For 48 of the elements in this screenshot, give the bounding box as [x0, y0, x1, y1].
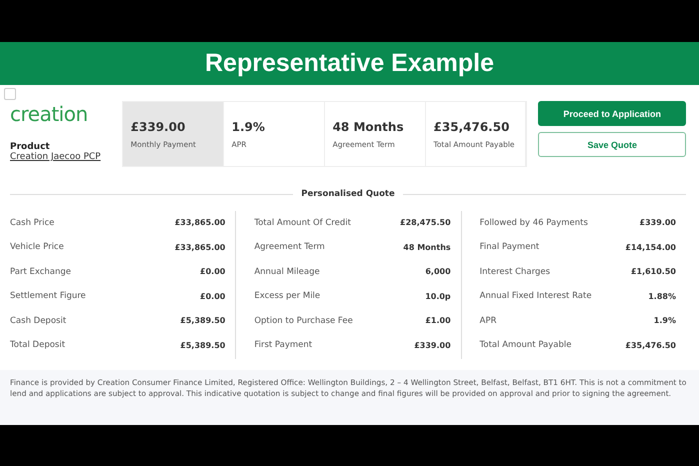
- row-value: £0.00: [200, 292, 226, 301]
- save-button[interactable]: Save Quote: [538, 132, 686, 157]
- row-value: 48 Months: [403, 242, 451, 252]
- proceed-button[interactable]: Proceed to Application: [538, 101, 686, 126]
- row-value: 6,000: [425, 267, 451, 276]
- product-link[interactable]: Creation Jaecoo PCP: [10, 152, 122, 162]
- section-title: Personalised Quote: [301, 189, 395, 199]
- row-label: Settlement Figure: [10, 291, 86, 302]
- row-value: £5,389.50: [180, 340, 226, 350]
- row-label: Total Amount Of Credit: [254, 218, 351, 228]
- row-label: Vehicle Price: [10, 242, 64, 252]
- row-value: £1,610.50: [630, 267, 676, 276]
- row-value: £1.00: [425, 316, 451, 326]
- row-label: Annual Mileage: [254, 266, 320, 277]
- row-label: Annual Fixed Interest Rate: [480, 291, 592, 302]
- row-label: Agreement Term: [254, 242, 325, 252]
- summary-value: £339.00: [130, 120, 186, 134]
- logo: creation: [10, 102, 89, 126]
- row-label: First Payment: [254, 340, 312, 350]
- product-label: Product: [10, 142, 51, 152]
- row-value: £33,865.00: [174, 218, 226, 227]
- checkbox[interactable]: [4, 88, 16, 100]
- row-label: Total Amount Payable: [480, 340, 572, 350]
- row-label: Part Exchange: [10, 266, 72, 277]
- row-value: 1.88%: [648, 292, 676, 301]
- summary-value: 48 Months: [332, 120, 405, 134]
- row-value: 1.9%: [654, 316, 676, 326]
- row-value: £35,476.50: [625, 340, 676, 350]
- row-label: Option to Purchase Fee: [254, 316, 353, 326]
- row-label: Total Deposit: [10, 340, 66, 350]
- row-value: £339.00: [640, 218, 676, 227]
- row-value: 10.0p: [425, 292, 451, 301]
- row-label: Final Payment: [480, 242, 540, 252]
- summary-value: £35,476.50: [434, 120, 510, 134]
- row-label: Cash Price: [10, 218, 54, 228]
- row-label: Interest Charges: [480, 266, 550, 277]
- row-value: £14,154.00: [625, 242, 676, 252]
- row-label: APR: [480, 316, 497, 326]
- row-label: Cash Deposit: [10, 316, 66, 326]
- row-value: £5,389.50: [180, 316, 226, 326]
- summary-value: 1.9%: [232, 120, 266, 134]
- row-value: £33,865.00: [174, 242, 226, 252]
- banner-title: Representative Example: [204, 49, 494, 78]
- row-value: £28,475.50: [400, 218, 451, 227]
- row-value: £339.00: [414, 340, 451, 350]
- row-label: Excess per Mile: [254, 291, 320, 302]
- row-label: Followed by 46 Payments: [480, 218, 588, 228]
- row-value: £0.00: [200, 267, 226, 276]
